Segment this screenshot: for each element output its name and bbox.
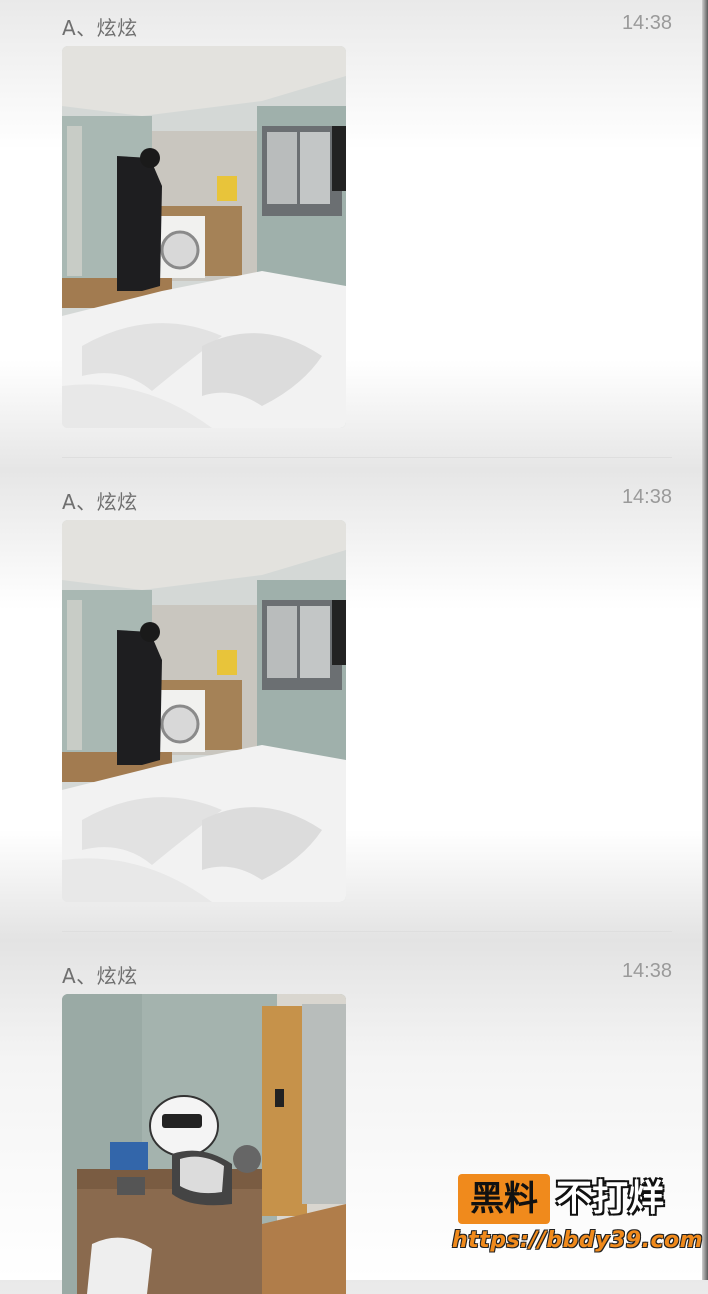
message-divider: [62, 457, 672, 458]
message-time: 14:38: [621, 12, 672, 34]
bedroom-photo[interactable]: [62, 46, 346, 428]
message-item: A、炫炫 14:38: [62, 12, 672, 432]
message-divider: [62, 931, 672, 932]
message-item: A、炫炫 14:38: [62, 486, 672, 906]
screen-edge: [702, 0, 708, 1280]
message-time: 14:38: [621, 960, 672, 982]
sender-name: A、炫炫: [62, 16, 138, 40]
sender-name: A、炫炫: [62, 964, 138, 988]
watermark-logo: 黑料: [458, 1174, 550, 1224]
watermark-tagline: 不打烊: [556, 1178, 665, 1219]
sender-name: A、炫炫: [62, 490, 138, 514]
bedroom-photo[interactable]: [62, 520, 346, 902]
desk-helmet-photo[interactable]: [62, 994, 346, 1294]
watermark: 黑料 不打烊 https://bbdy39.com: [452, 1172, 703, 1272]
message-time: 14:38: [621, 486, 672, 508]
watermark-url: https://bbdy39.com: [452, 1228, 704, 1253]
